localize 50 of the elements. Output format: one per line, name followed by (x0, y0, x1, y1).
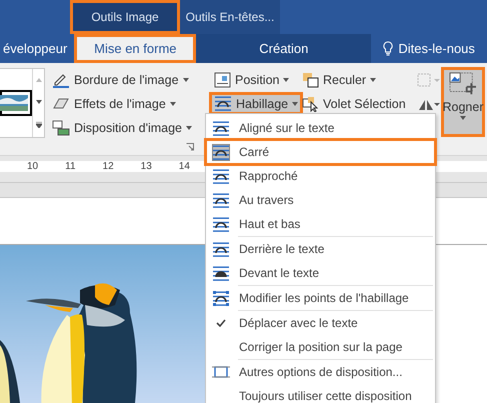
caret-icon (292, 102, 298, 106)
expand-gallery-icon[interactable] (36, 122, 42, 128)
contextual-tab[interactable]: Outils En-têtes... (180, 0, 280, 34)
ruler-number: 10 (27, 161, 38, 172)
menu-item[interactable]: Déplacer avec le texte (206, 311, 435, 335)
ruler-number: 13 (140, 161, 152, 172)
text-wrap-icon (214, 95, 232, 112)
menu-item[interactable]: Modifier les points de l'habillage (206, 286, 435, 310)
send-backward-icon (302, 72, 319, 88)
menu-item[interactable]: Corriger la position sur la page (206, 335, 435, 359)
menu-item[interactable]: Carré (206, 140, 435, 164)
caret-icon (283, 78, 290, 82)
ruler-number: 12 (102, 161, 114, 172)
menu-item[interactable]: Haut et bas (206, 212, 435, 236)
position-icon (214, 72, 231, 88)
lightbulb-icon (383, 41, 394, 56)
ribbon-tab[interactable]: éveloppeur (0, 34, 74, 63)
caret-icon (370, 78, 376, 82)
ribbon-button[interactable]: Habillage (209, 92, 304, 115)
effects-icon (52, 96, 70, 112)
menu-item[interactable]: Rapproché (206, 164, 435, 188)
text-wrap-icon (212, 290, 230, 306)
menu-item[interactable]: Autres options de disposition... (206, 360, 435, 384)
layout-options-icon (212, 365, 230, 379)
ribbon-button[interactable]: Position (209, 68, 294, 91)
dialog-launcher-icon[interactable] (186, 143, 194, 151)
ribbon-tab[interactable]: Création (196, 34, 372, 63)
picture-style-gallery[interactable] (0, 68, 45, 138)
caret-icon (460, 116, 466, 120)
pen-icon (52, 72, 70, 88)
picture-style-thumbnail[interactable] (0, 90, 32, 116)
scroll-down-icon[interactable] (36, 100, 42, 104)
ribbon-button[interactable]: Disposition d'image (47, 116, 197, 139)
menu-item[interactable]: Devant le texte (206, 261, 435, 285)
ribbon-button[interactable]: Reculer (297, 68, 382, 91)
ruler-number: 11 (65, 161, 76, 172)
contextual-tab[interactable]: Outils Image (70, 0, 180, 34)
caret-icon (170, 102, 176, 106)
caret-icon (186, 126, 192, 130)
ribbon-tab[interactable]: Mise en forme (74, 34, 196, 63)
caret-icon (182, 78, 189, 82)
ruler-number: 14 (178, 161, 190, 172)
menu-item[interactable]: Aligné sur le texte (206, 116, 435, 140)
menu-item[interactable]: Derrière le texte (206, 237, 435, 261)
tell-me-field[interactable]: Dites-le-nous (398, 41, 475, 56)
menu-item[interactable]: Au travers (206, 188, 435, 212)
ribbon-button[interactable]: Effets de l'image (47, 92, 197, 115)
layout-icon (52, 120, 70, 136)
menu-item[interactable]: Toujours utiliser cette disposition (206, 384, 435, 403)
ribbon-button[interactable]: Bordure de l'image (47, 68, 197, 91)
